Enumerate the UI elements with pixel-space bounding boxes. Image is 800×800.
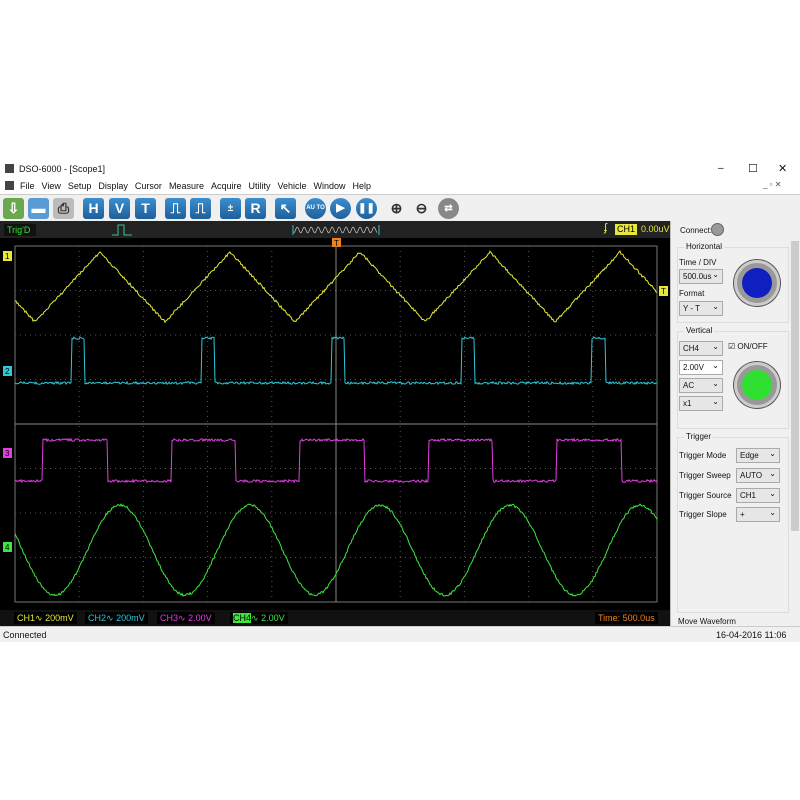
trigger-position-marker-label: T [334, 239, 339, 248]
scope-display[interactable]: 1 2 3 4 T T [0, 238, 670, 610]
time-readout: Time: 500.0us [595, 612, 658, 624]
title-bar: DSO-6000 - [Scope1] – ☐ ✕ [0, 160, 800, 178]
ch3-marker-label: 3 [5, 449, 10, 458]
trigger-slope-select[interactable]: + [736, 507, 780, 522]
menu-bar: File View Setup Display Cursor Measure Acquire… [0, 178, 800, 194]
menu-help[interactable]: Help [353, 181, 372, 191]
zoom-in-icon[interactable]: ⊕ [386, 198, 407, 219]
trigger-sweep-select[interactable]: AUTO [736, 468, 780, 483]
auto-button[interactable]: AU TO [305, 198, 326, 219]
menu-display[interactable]: Display [98, 181, 128, 191]
volts-knob[interactable] [734, 362, 780, 408]
app-icon [5, 164, 14, 173]
doc-icon [5, 181, 14, 190]
move-waveform-label: Move Waveform [678, 617, 736, 626]
menu-cursor[interactable]: Cursor [135, 181, 162, 191]
menu-measure[interactable]: Measure [169, 181, 204, 191]
connection-status: Connected [3, 630, 47, 640]
math-icon[interactable]: ± [220, 198, 241, 219]
trigger-level-marker-label: T [661, 287, 666, 296]
trigger-group: Trigger Trigger Mode Edge Trigger Sweep … [677, 437, 789, 613]
connect-indicator [711, 223, 724, 236]
ch4-label[interactable]: CH4∿ 2.00V [230, 612, 288, 624]
trigger-channel: CH1 [615, 224, 637, 235]
window-title: DSO-6000 - [Scope1] [19, 164, 105, 174]
ch1-marker-label: 1 [5, 252, 10, 261]
volts-spinner[interactable]: 2.00V [679, 360, 723, 375]
menu-window[interactable]: Window [314, 181, 346, 191]
settings-icon[interactable]: ⇄ [438, 198, 459, 219]
status-strip: Trig'D ʄ CH1 0.00uV [0, 221, 670, 238]
onoff-checkbox[interactable]: ☑ ON/OFF [728, 342, 768, 351]
coupling-select[interactable]: AC [679, 378, 723, 393]
vertical-button[interactable]: V [109, 198, 130, 219]
connect-label: Connect: [680, 226, 712, 235]
trigger-mode-select[interactable]: Edge [736, 448, 780, 463]
reference-button[interactable]: R [245, 198, 266, 219]
close-button[interactable]: ✕ [778, 162, 787, 175]
waveform-icon[interactable]: ⎍ [165, 198, 186, 219]
trigger-level: 0.00uV [641, 224, 670, 234]
format-select[interactable]: Y - T [679, 301, 723, 316]
horizontal-button[interactable]: H [83, 198, 104, 219]
open-icon[interactable]: ⇩ [3, 198, 24, 219]
menu-utility[interactable]: Utility [248, 181, 270, 191]
zoom-out-icon[interactable]: ⊖ [411, 198, 432, 219]
menu-view[interactable]: View [42, 181, 61, 191]
print-icon[interactable]: ⎙ [53, 198, 74, 219]
panel-scrollbar[interactable] [791, 241, 799, 531]
menu-setup[interactable]: Setup [68, 181, 92, 191]
date-time: 16-04-2016 11:06 [716, 630, 786, 640]
probe-select[interactable]: x1 [679, 396, 723, 411]
waveform-graticule[interactable]: 1 2 3 4 T T [0, 238, 670, 610]
toolbar: ⇩ ▬ ⎙ H V T ⎍ ⎍ ± R ↖ AU TO ▶ ❚❚ ⊕ ⊖ ⇄ [0, 194, 800, 221]
run-icon[interactable]: ▶ [330, 198, 351, 219]
menu-file[interactable]: File [20, 181, 35, 191]
ch2-label[interactable]: CH2∿ 200mV [85, 612, 148, 624]
channel-bar: CH1∿ 200mV CH2∿ 200mV CH3∿ 2.00V CH4∿ 2.… [0, 610, 670, 626]
status-bar: Connected 16-04-2016 11:06 [0, 626, 800, 642]
trigger-source-select[interactable]: CH1 [736, 488, 780, 503]
timebase-knob[interactable] [734, 260, 780, 306]
pulse-icon [112, 223, 132, 237]
waveform-measure-icon[interactable]: ⎍ [190, 198, 211, 219]
save-icon[interactable]: ▬ [28, 198, 49, 219]
memory-overview[interactable] [292, 223, 380, 237]
cursor-icon[interactable]: ↖ [275, 198, 296, 219]
trigger-button[interactable]: T [135, 198, 156, 219]
trigger-edge-icon: ʄ [604, 222, 607, 234]
control-panel: Connect: Horizontal Time / DIV 500.0us F… [670, 221, 800, 626]
trig-state: Trig'D [4, 224, 36, 236]
horizontal-group: Horizontal Time / DIV 500.0us Format Y -… [677, 247, 789, 323]
menu-vehicle[interactable]: Vehicle [277, 181, 306, 191]
stop-icon[interactable]: ❚❚ [356, 198, 377, 219]
ch1-label[interactable]: CH1∿ 200mV [14, 612, 77, 624]
mdi-controls[interactable]: _ ▫ ✕ [763, 180, 781, 189]
ch2-marker-label: 2 [5, 367, 10, 376]
channel-select[interactable]: CH4 [679, 341, 723, 356]
minimize-button[interactable]: – [718, 163, 724, 174]
menu-acquire[interactable]: Acquire [211, 181, 242, 191]
ch3-label[interactable]: CH3∿ 2.00V [157, 612, 215, 624]
maximize-button[interactable]: ☐ [748, 162, 758, 175]
vertical-group: Vertical CH4 ☑ ON/OFF 2.00V AC x1 [677, 331, 789, 429]
ch4-marker-label: 4 [5, 543, 10, 552]
time-div-select[interactable]: 500.0us [679, 269, 723, 284]
